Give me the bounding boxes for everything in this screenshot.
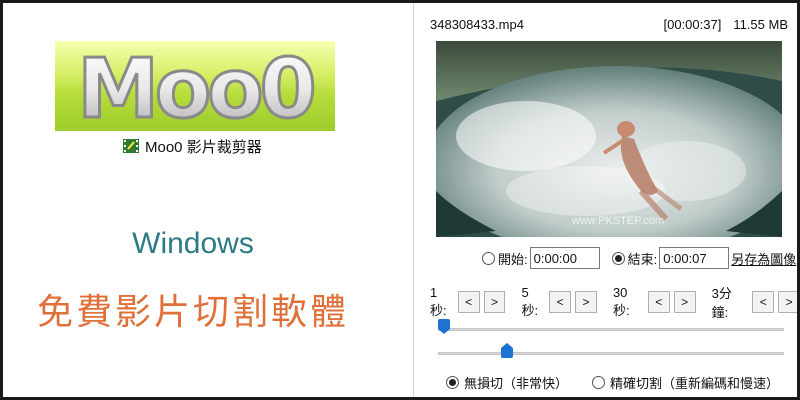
cut-mode-row: 無損切（非常快） 精確切割（重新編碼和慢速） [446,373,779,392]
step-group-3m: 3分鐘: < > [711,283,797,321]
platform-label: Windows [132,227,254,260]
save-as-image-link[interactable]: 另存為圖像 [731,249,796,268]
step-group-1s: 1秒: < > [430,285,506,319]
end-time-label: 結束: [627,251,658,267]
film-scissors-icon [123,139,139,153]
step-controls-row: 1秒: < > 5秒: < > 30秒: < > 3分鐘: < > [430,283,797,321]
start-time-radio[interactable] [482,251,495,265]
step-back-3m-button[interactable]: < [752,291,775,313]
start-time-input[interactable] [529,247,600,269]
file-name: 348308433.mp4 [430,17,524,32]
precise-cut-radio[interactable] [592,376,606,389]
step-label-1s: 1秒: [430,285,447,318]
file-info-bar: 348308433.mp4 [00:00:37] 11.55 MB [430,17,788,32]
start-time-label: 開始: [498,251,528,267]
step-label-30s: 30秒: [612,285,630,318]
time-range-row: 開始: 結束: 另存為圖像 [482,247,796,269]
precise-cut-label: 精確切割（重新編碼和慢速） [610,376,780,391]
end-position-slider[interactable] [438,352,784,355]
moo0-logo: Moo0 [55,41,335,131]
app-title-text: Moo0 影片裁剪器 [145,138,262,156]
end-slider-thumb[interactable] [501,343,514,358]
lossless-cut-radio[interactable] [446,376,459,389]
end-time-input[interactable] [659,247,730,269]
page-frame: Moo0 Moo0 影片裁剪器 Windows 免費影片切割軟體 3483084… [0,0,800,400]
video-cutter-window: 348308433.mp4 [00:00:37] 11.55 MB www.PK… [413,3,797,397]
video-watermark: www.PKSTEP.com [571,215,664,227]
step-forward-5s-button[interactable]: > [575,291,597,313]
step-forward-1s-button[interactable]: > [483,291,506,313]
step-forward-30s-button[interactable]: > [673,291,696,313]
video-frame-image [436,41,782,237]
lossless-cut-label: 無損切（非常快） [464,376,569,391]
end-time-radio[interactable] [611,251,625,265]
start-slider-thumb[interactable] [438,319,450,334]
step-label-3m: 3分鐘: [711,286,732,320]
step-back-30s-button[interactable]: < [647,291,670,313]
video-preview[interactable]: www.PKSTEP.com [436,41,782,237]
step-group-5s: 5秒: < > [521,285,597,319]
promo-headline: 免費影片切割軟體 [36,292,349,333]
file-size: 11.55 MB [733,17,788,32]
step-back-1s-button[interactable]: < [457,291,480,313]
step-back-5s-button[interactable]: < [549,291,572,313]
start-position-slider[interactable] [438,328,784,331]
app-title: Moo0 影片裁剪器 [123,137,262,156]
logo-wordmark: Moo0 [77,42,313,131]
step-forward-3m-button[interactable]: > [778,291,797,313]
file-duration: [00:00:37] [663,17,722,32]
step-group-30s: 30秒: < > [613,285,696,319]
step-label-5s: 5秒: [521,285,539,318]
